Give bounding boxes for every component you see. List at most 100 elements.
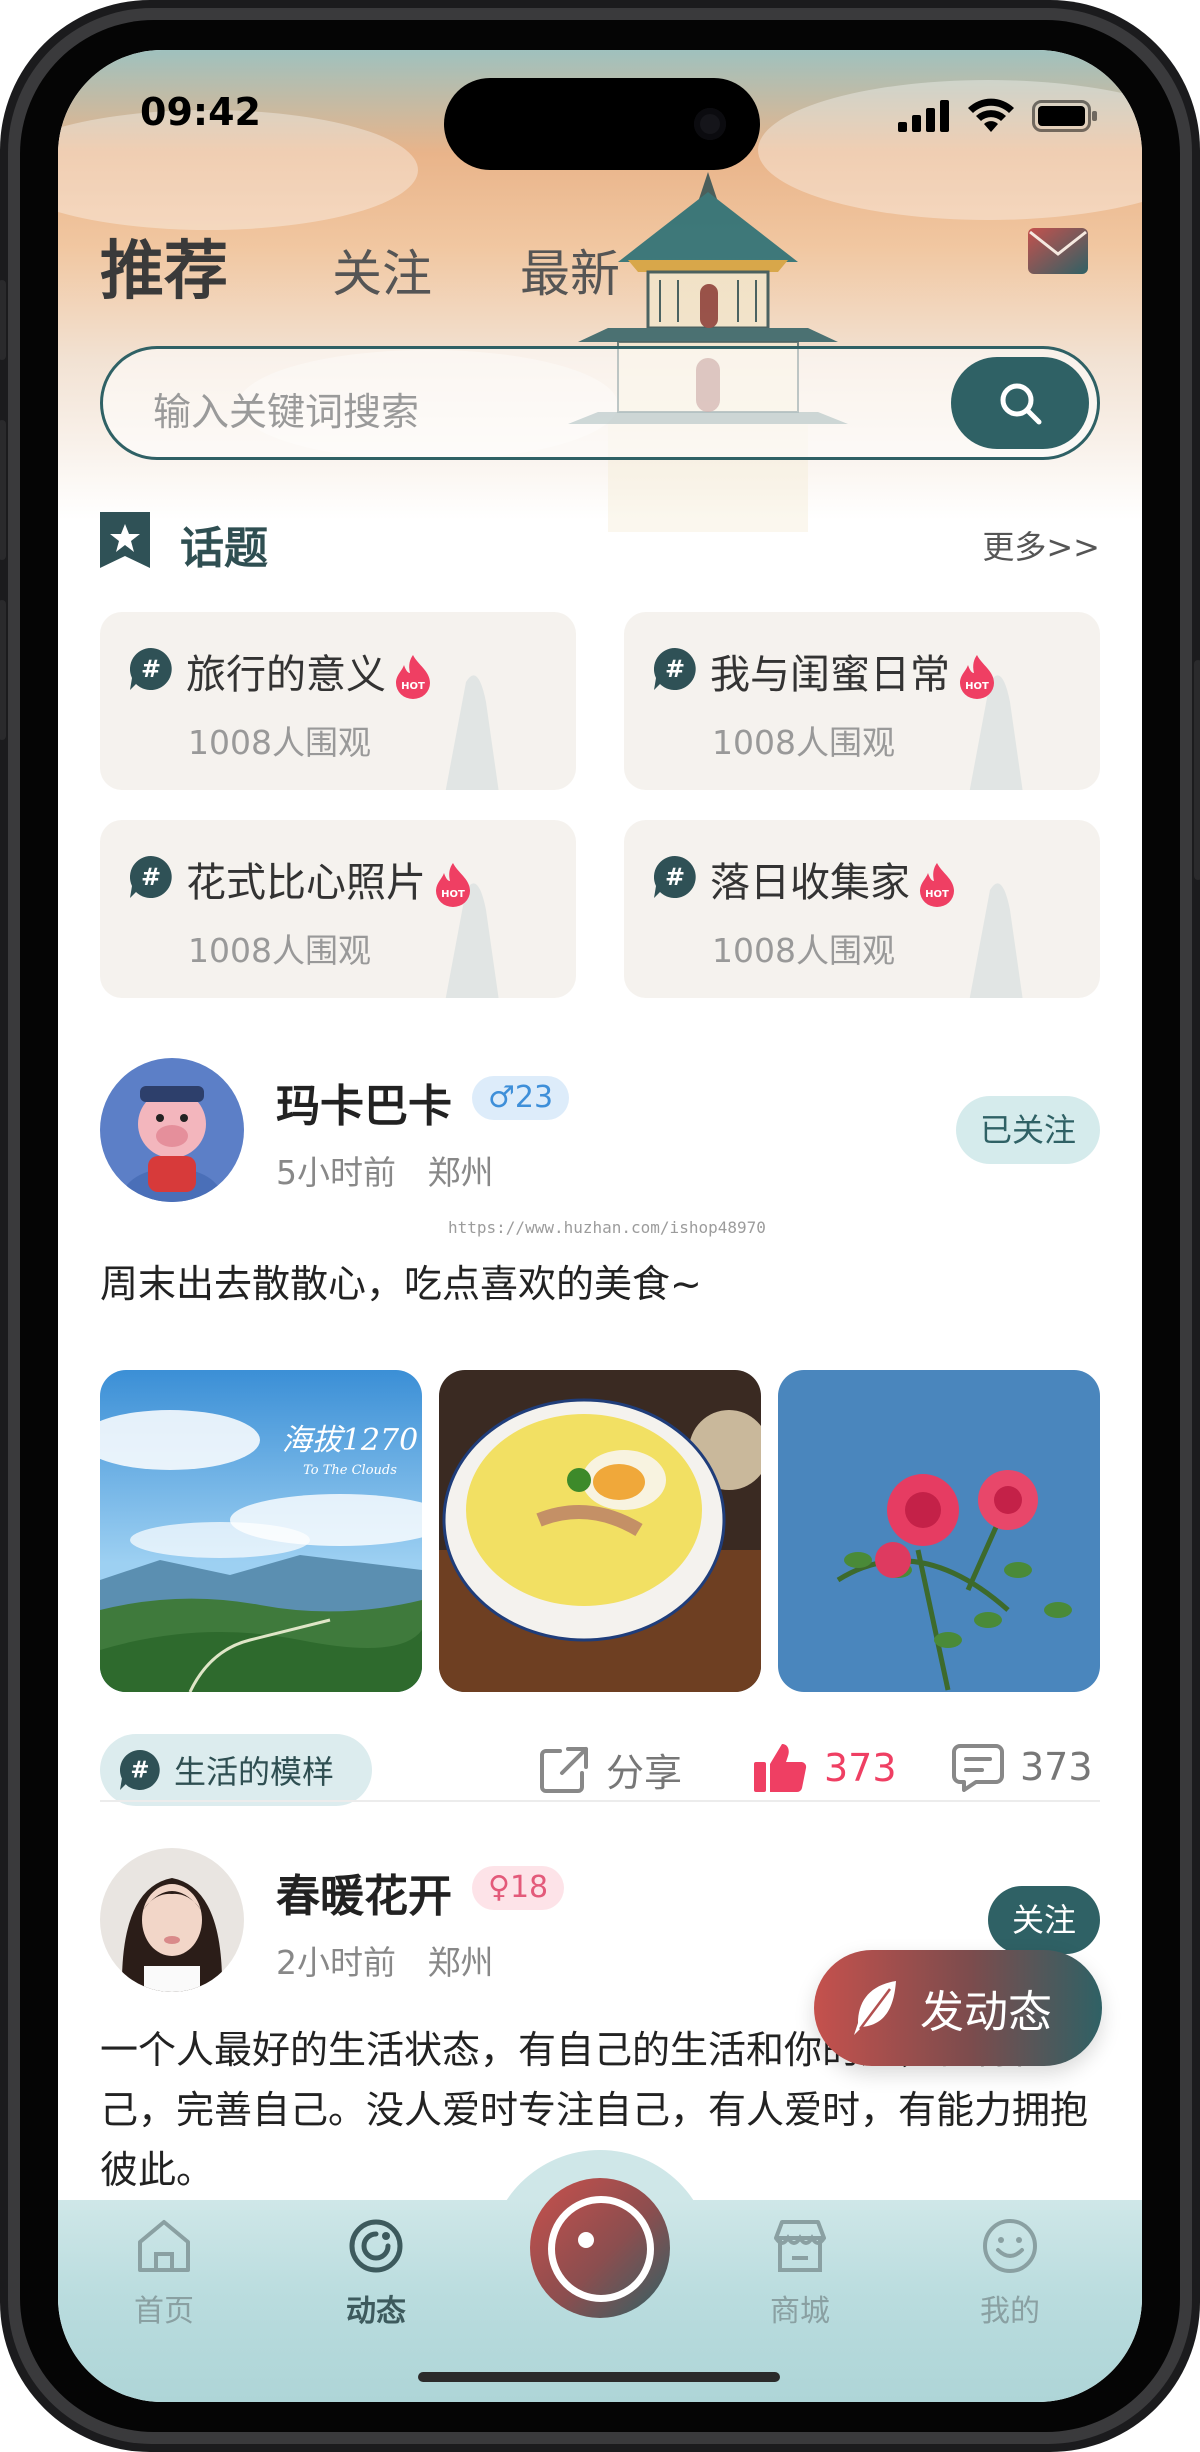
svg-text:To The Clouds: To The Clouds (303, 1463, 397, 1478)
gender-age-badge: ♂23 (472, 1076, 570, 1120)
tab-feed[interactable]: 动态 (306, 2216, 446, 2330)
feed-icon (349, 2219, 403, 2273)
topic-card[interactable]: # 我与闺蜜日常 HOT 1008人围观 (624, 612, 1100, 790)
svg-text:#: # (130, 1758, 149, 1784)
post-time: 2小时前 (276, 1943, 396, 1982)
search-bar[interactable]: 输入关键词搜索 (100, 346, 1100, 460)
username[interactable]: 玛卡巴卡 (276, 1070, 452, 1134)
svg-text:#: # (665, 655, 685, 683)
tab-latest[interactable]: 最新 (520, 234, 620, 306)
tab-feed-label: 动态 (346, 2294, 406, 2329)
svg-text:#: # (665, 863, 685, 891)
share-button[interactable]: 分享 (538, 1742, 682, 1797)
topic-chip-label: 生活的模样 (174, 1753, 335, 1791)
feather-icon (854, 1981, 896, 2035)
post-card: 玛卡巴卡 ♂23 5小时前 郑州 已关注 周末出去散散心，吃点喜欢的美食~ 海拔… (100, 1058, 1100, 1808)
app-screen: 09:42 推荐 关注 最新 输入关键词搜索 话题 更多>> # 旅行的意义 H… (58, 50, 1142, 2402)
wifi-icon (968, 98, 1014, 132)
mountain-photo: 海拔1270 To The Clouds (100, 1370, 422, 1692)
post-photo[interactable] (778, 1370, 1100, 1692)
share-icon (540, 1746, 588, 1793)
share-label: 分享 (606, 1751, 683, 1795)
battery-icon (1032, 100, 1097, 132)
search-button[interactable] (951, 357, 1089, 449)
topic-card[interactable]: # 花式比心照片 HOT 1008人围观 (100, 820, 576, 998)
gender-age-badge: ♀18 (472, 1866, 565, 1910)
topic-views: 1008人围观 (188, 931, 371, 970)
topic-title: 我与闺蜜日常 (710, 652, 950, 698)
tab-home-label: 首页 (134, 2294, 194, 2329)
username[interactable]: 春暖花开 (276, 1860, 452, 1924)
camera-dot (578, 2232, 594, 2248)
follow-button[interactable]: 关注 (987, 1886, 1100, 1954)
search-icon (1000, 383, 1042, 425)
tab-follow[interactable]: 关注 (332, 234, 432, 306)
mountain-decoration (969, 883, 1023, 998)
roses-photo (778, 1370, 1100, 1692)
avatar-image (100, 1848, 244, 1992)
avatar[interactable] (100, 1058, 244, 1202)
home-icon (138, 2220, 190, 2272)
store-icon (774, 2220, 826, 2272)
topic-chip[interactable]: # 生活的模样 (100, 1734, 373, 1806)
avatar[interactable] (100, 1848, 244, 1992)
topic-title: 旅行的意义 (186, 652, 386, 698)
topic-card[interactable]: # 旅行的意义 HOT 1008人围观 (100, 612, 576, 790)
topics-title: 话题 (180, 523, 268, 574)
tab-recommend[interactable]: 推荐 (100, 220, 238, 312)
tab-mine-label: 我的 (980, 2294, 1040, 2329)
topic-title: 落日收集家 (710, 860, 910, 906)
comment-button[interactable]: 373 (952, 1742, 1093, 1792)
camera-lens-icon (548, 2196, 654, 2302)
status-bar: 09:42 (58, 50, 1142, 170)
thumbs-up-icon (754, 1744, 807, 1793)
followed-button[interactable]: 已关注 (955, 1096, 1100, 1164)
status-time: 09:42 (140, 90, 261, 134)
svg-text:HOT: HOT (965, 681, 989, 692)
svg-text:HOT: HOT (441, 889, 465, 900)
camera-button[interactable] (530, 2178, 670, 2318)
topic-views: 1008人围观 (188, 723, 371, 762)
hot-flame-icon: HOT (960, 655, 994, 699)
hashtag-icon: # (130, 856, 172, 898)
topics-more-link[interactable]: 更多>> (982, 522, 1100, 568)
tab-shop[interactable]: 商城 (730, 2216, 870, 2330)
action-button (0, 280, 6, 360)
tab-home[interactable]: 首页 (94, 2216, 234, 2330)
mountain-decoration (445, 675, 499, 790)
star-bookmark-icon (100, 512, 150, 568)
svg-text:海拔1270: 海拔1270 (282, 1423, 418, 1458)
hashtag-icon: # (654, 648, 696, 690)
like-button[interactable]: 373 (752, 1742, 897, 1794)
svg-text:HOT: HOT (925, 889, 949, 900)
home-indicator[interactable] (418, 2372, 780, 2382)
post-location: 郑州 (427, 1153, 494, 1192)
comment-icon (952, 1744, 1004, 1792)
signal-icon (898, 100, 949, 132)
post-meta: 5小时前 郑州 (276, 1146, 493, 1194)
post-update-button[interactable]: 发动态 (814, 1950, 1102, 2066)
svg-text:#: # (141, 655, 161, 683)
mail-icon[interactable] (1028, 228, 1088, 274)
tab-shop-label: 商城 (770, 2294, 830, 2329)
hot-flame-icon: HOT (396, 655, 430, 699)
post-photo[interactable]: 海拔1270 To The Clouds (100, 1370, 422, 1692)
tab-mine[interactable]: 我的 (940, 2216, 1080, 2330)
post-time: 5小时前 (276, 1153, 396, 1192)
topics-header: 话题 更多>> (100, 512, 1100, 574)
power-button (1194, 660, 1200, 880)
volume-down-button (0, 600, 6, 740)
hashtag-icon: # (654, 856, 696, 898)
post-meta: 2小时前 郑州 (276, 1936, 493, 1984)
photo-grid: 海拔1270 To The Clouds (100, 1370, 1100, 1692)
svg-text:#: # (141, 863, 161, 891)
like-count: 373 (824, 1746, 897, 1790)
post-divider (100, 1800, 1100, 1802)
noodle-bowl-photo (439, 1370, 761, 1692)
hot-flame-icon: HOT (920, 863, 954, 907)
hashtag-icon: # (130, 648, 172, 690)
topic-card[interactable]: # 落日收集家 HOT 1008人围观 (624, 820, 1100, 998)
comment-count: 373 (1020, 1745, 1093, 1789)
search-input[interactable]: 输入关键词搜索 (153, 381, 419, 436)
post-photo[interactable] (439, 1370, 761, 1692)
